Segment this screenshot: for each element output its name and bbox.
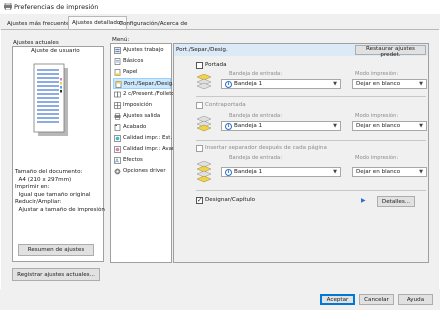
back-cover-sheet-icon <box>197 116 211 132</box>
details-button[interactable]: Detalles... <box>377 196 415 207</box>
duplex-icon <box>114 91 121 98</box>
menu-item-label: Ajustes salida <box>123 113 161 119</box>
designate-chapter-checkbox[interactable] <box>196 196 203 204</box>
divider <box>196 140 426 141</box>
cancel-button[interactable]: Cancelar <box>359 294 394 305</box>
menu-item-imposition[interactable]: Imposición <box>114 100 170 111</box>
cover-sheet-icon <box>197 74 211 90</box>
designate-chapter-label: Designar/Capítulo <box>205 197 256 203</box>
cover-tray-select[interactable]: i Bandeja 1 ▼ <box>221 79 341 89</box>
printer-icon <box>4 3 12 10</box>
chevron-down-icon: ▼ <box>333 81 337 87</box>
effects-icon: A <box>114 157 121 164</box>
menu-item-label: Opciones driver <box>123 168 166 174</box>
menu-item-effects[interactable]: A Efectos <box>114 155 170 166</box>
back-cover-checkbox-label: Contraportada <box>205 102 246 108</box>
menu-item-job-settings[interactable]: Ajustes trabajo <box>114 45 170 56</box>
imposition-icon <box>114 102 121 109</box>
menu-item-duplex-booklet[interactable]: 2 c/Present./Folleto <box>114 89 175 100</box>
divider <box>196 96 426 97</box>
basic-icon <box>114 58 121 65</box>
chevron-down-icon: ▼ <box>419 123 423 129</box>
title-bar: Preferencias de impresión <box>0 0 440 14</box>
register-current-settings-button[interactable]: Registrar ajustes actuales... <box>12 268 100 281</box>
cover-icon <box>115 81 122 88</box>
menu-item-print-quality-standard[interactable]: Calidad impr.: Est. <box>114 133 173 144</box>
back-cover-tray-select[interactable]: i Bandeja 1 ▼ <box>221 121 341 131</box>
back-cover-checkbox[interactable] <box>196 102 203 109</box>
menu-item-label: Ajustes trabajo <box>123 47 164 53</box>
driver-options-icon <box>114 168 121 175</box>
menu-item-cover-separator[interactable]: Port./Separ./Desig. <box>113 78 174 89</box>
job-settings-icon <box>114 47 121 54</box>
back-cover-mode-value: Dejar en blanco <box>356 123 401 129</box>
menu-item-label: Básicos <box>123 58 144 64</box>
cover-mode-value: Dejar en blanco <box>356 81 401 87</box>
paper-icon <box>114 69 121 76</box>
quality-advanced-icon <box>114 146 121 153</box>
menu-item-output-settings[interactable]: Ajustes salida <box>114 111 170 122</box>
cover-tray-value: Bandeja 1 <box>234 81 263 87</box>
info-icon: i <box>225 123 232 130</box>
help-button[interactable]: Ayuda <box>398 294 433 305</box>
back-cover-tray-value: Bandeja 1 <box>234 123 263 129</box>
cover-tray-label: Bandeja de entrada: <box>229 71 282 77</box>
play-arrow-icon: ▶ <box>361 197 366 204</box>
back-cover-tray-label: Bandeja de entrada: <box>229 113 282 119</box>
menu-item-finishing[interactable]: Acabado <box>114 122 170 133</box>
separator-checkbox-label: Insertar separador después de cada págin… <box>205 145 327 151</box>
summary-line: A4 (210 x 297mm) <box>15 176 72 183</box>
document-preview-icon <box>33 63 68 136</box>
settings-panel-title: Port./Separ./Desig. <box>176 47 228 53</box>
menu-item-label: Calidad impr.: Avanz. <box>123 146 180 152</box>
separator-tray-value: Bandeja 1 <box>234 169 263 175</box>
separator-checkbox[interactable] <box>196 145 203 152</box>
back-cover-mode-label: Modo impresión: <box>355 113 399 119</box>
window-title: Preferencias de impresión <box>14 3 99 11</box>
back-cover-mode-select[interactable]: Dejar en blanco ▼ <box>352 121 427 131</box>
menu-item-label: Calidad impr.: Est. <box>123 135 173 141</box>
menu-item-label: Acabado <box>123 124 147 130</box>
chevron-down-icon: ▼ <box>333 123 337 129</box>
menu-item-paper[interactable]: Papel <box>114 67 170 78</box>
menu-item-driver-options[interactable]: Opciones driver <box>114 166 170 177</box>
cover-mode-label: Modo impresión: <box>355 71 399 77</box>
summary-line: Reducir/Ampliar: <box>15 199 62 205</box>
quality-icon <box>114 135 121 142</box>
finishing-icon <box>114 124 121 131</box>
menu-item-label: Papel <box>123 69 138 75</box>
summary-line: Igual que tamaño original <box>15 191 91 198</box>
cover-checkbox[interactable] <box>196 62 203 69</box>
separator-mode-label: Modo impresión: <box>355 155 399 161</box>
summary-line: Imprimir en: <box>15 184 50 190</box>
menu-item-label: Imposición <box>123 102 153 108</box>
summary-line: Ajustar a tamaño de impresión <box>15 206 105 213</box>
cover-checkbox-label: Portada <box>205 62 227 68</box>
menu-item-print-quality-advanced[interactable]: Calidad impr.: Avanz. <box>114 144 180 155</box>
ok-button[interactable]: Aceptar <box>320 294 355 305</box>
menu-item-basic[interactable]: Básicos <box>114 56 170 67</box>
svg-text:A: A <box>115 159 119 164</box>
separator-tray-label: Bandeja de entrada: <box>229 155 282 161</box>
summary-line: Tamaño del documento: <box>15 169 83 175</box>
menu-item-label: Efectos <box>123 157 143 163</box>
info-icon: i <box>225 169 232 176</box>
chevron-down-icon: ▼ <box>419 169 423 175</box>
menu-item-label: 2 c/Present./Folleto <box>123 91 175 97</box>
settings-summary: Tamaño del documento: A4 (210 x 297mm) I… <box>15 169 105 214</box>
restore-defaults-button[interactable]: Restaurar ajustes predet. <box>355 45 426 58</box>
cover-mode-select[interactable]: Dejar en blanco ▼ <box>352 79 427 89</box>
settings-summary-button[interactable]: Resumen de ajustes <box>18 244 94 256</box>
info-icon: i <box>225 81 232 88</box>
chevron-down-icon: ▼ <box>333 169 337 175</box>
separator-tray-select[interactable]: i Bandeja 1 ▼ <box>221 167 341 177</box>
output-icon <box>114 113 121 120</box>
separator-mode-select[interactable]: Dejar en blanco ▼ <box>352 167 427 177</box>
separator-sheet-icon <box>197 161 211 183</box>
chevron-down-icon: ▼ <box>419 81 423 87</box>
separator-mode-value: Dejar en blanco <box>356 169 401 175</box>
divider <box>196 190 426 191</box>
user-setting-label: Ajuste de usuario <box>31 48 80 54</box>
